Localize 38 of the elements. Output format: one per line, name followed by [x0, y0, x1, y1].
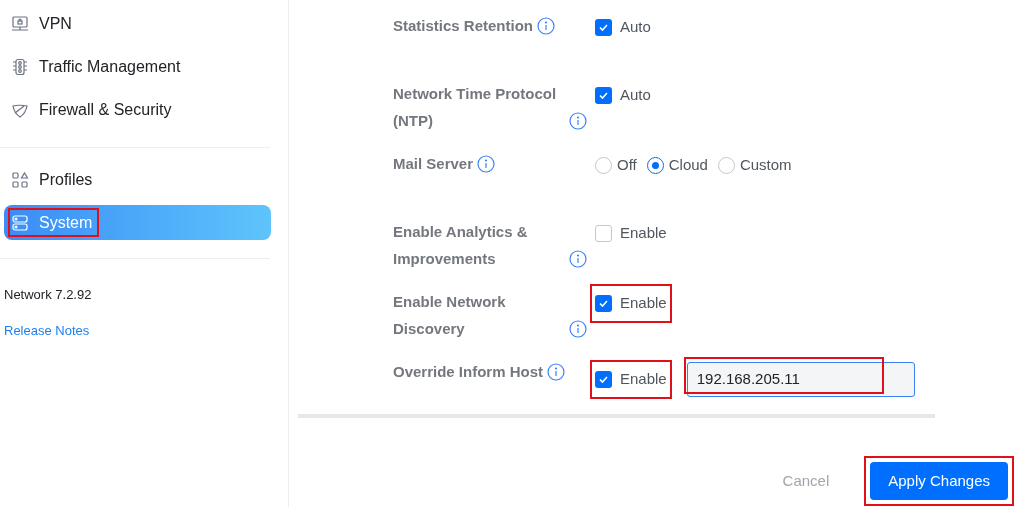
sidebar-item[interactable]: Traffic Management	[4, 49, 271, 84]
info-icon[interactable]	[569, 319, 587, 338]
setting-label: Enable Network Discovery	[393, 292, 507, 339]
apply-button[interactable]: Apply Changes	[870, 462, 1008, 500]
checkmark-icon	[598, 374, 609, 385]
setting-label: Mail Server	[393, 154, 474, 174]
radio-label: Custom	[739, 155, 792, 175]
checkbox[interactable]	[595, 18, 612, 36]
checkbox-label: Enable	[620, 293, 667, 313]
checkbox-label: Enable	[620, 369, 667, 390]
release-notes-link[interactable]: Release Notes	[4, 320, 90, 340]
checkbox[interactable]	[595, 294, 612, 312]
sidebar-item[interactable]: Firewall & Security	[4, 92, 271, 127]
setting-label: Enable Analytics & Improvements	[393, 222, 529, 269]
info-icon[interactable]	[537, 16, 556, 35]
checkbox[interactable]	[595, 86, 612, 104]
info-icon[interactable]	[569, 111, 587, 130]
radio-label: Off	[617, 155, 637, 175]
traffic-light-icon	[11, 57, 29, 76]
sidebar-item[interactable]: VPN	[4, 6, 271, 41]
setting-label: Network Time Protocol (NTP)	[393, 84, 558, 131]
info-icon[interactable]	[547, 362, 566, 381]
shapes-icon	[11, 170, 29, 189]
info-icon[interactable]	[569, 249, 587, 268]
text-field[interactable]: 192.168.205.11	[686, 362, 915, 397]
radio-label: Cloud	[668, 155, 708, 175]
checkbox[interactable]	[595, 224, 612, 242]
monitor-lock-icon	[11, 14, 29, 33]
checkbox-label: Enable	[620, 223, 667, 243]
checkbox[interactable]	[595, 371, 612, 388]
setting-label: Override Inform Host	[393, 362, 544, 382]
checkbox-label: Auto	[620, 85, 651, 105]
server-icon	[11, 213, 29, 232]
version-text: Network 7.2.92	[4, 286, 93, 304]
info-icon[interactable]	[477, 154, 496, 173]
sidebar-item[interactable]: Profiles	[4, 162, 271, 197]
checkbox-label: Auto	[620, 17, 651, 37]
setting-label: Statistics Retention	[393, 16, 534, 36]
